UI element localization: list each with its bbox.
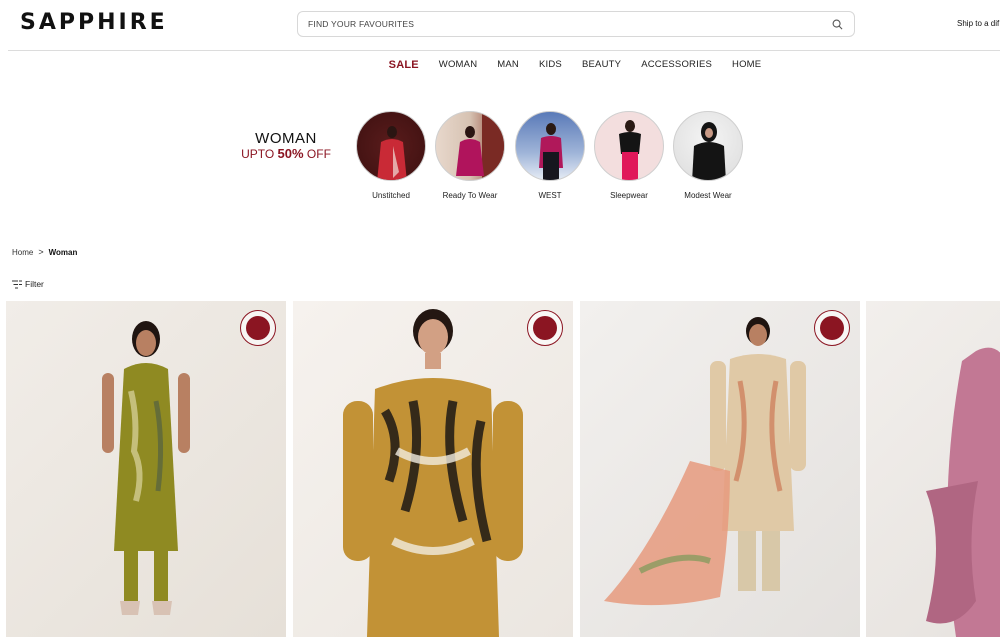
nav-item-woman[interactable]: WOMAN	[439, 58, 477, 72]
bestseller-badge	[814, 310, 850, 346]
badge-dot	[820, 316, 844, 340]
promo-discount: UPTO 50% OFF	[232, 146, 340, 162]
product-image[interactable]	[293, 301, 573, 637]
product-image[interactable]	[580, 301, 860, 637]
filter-button[interactable]: Filter	[12, 279, 44, 289]
category-image-unstitched[interactable]	[356, 111, 426, 181]
product-image[interactable]	[6, 301, 286, 637]
category-image-ready-to-wear[interactable]	[435, 111, 505, 181]
category-modest-wear[interactable]: Modest Wear	[673, 111, 743, 200]
product-card[interactable]	[866, 301, 1000, 637]
category-unstitched[interactable]: Unstitched	[356, 111, 426, 200]
promo-discount-prefix: UPTO	[241, 147, 278, 161]
badge-dot	[246, 316, 270, 340]
site-header: SAPPHIRE FIND YOUR FAVOURITES Ship to a …	[0, 0, 1000, 50]
bestseller-badge	[527, 310, 563, 346]
badge-dot	[533, 316, 557, 340]
search-icon[interactable]	[830, 17, 844, 31]
breadcrumb-current: Woman	[48, 247, 78, 257]
category-label: Ready To Wear	[442, 191, 498, 200]
filter-icon	[12, 280, 22, 289]
product-image[interactable]	[866, 301, 1000, 637]
breadcrumb-home[interactable]: Home	[12, 248, 33, 257]
category-image-west[interactable]	[515, 111, 585, 181]
category-label: Unstitched	[372, 191, 410, 200]
nav-item-beauty[interactable]: BEAUTY	[582, 58, 621, 72]
promo-discount-suffix: OFF	[303, 147, 331, 161]
promo-title: WOMAN	[255, 130, 317, 147]
ship-to-link[interactable]: Ship to a dif	[957, 19, 999, 28]
promo-heading: WOMAN UPTO 50% OFF	[232, 130, 340, 162]
search-input[interactable]: FIND YOUR FAVOURITES	[308, 19, 830, 29]
main-nav: SALE WOMAN MAN KIDS BEAUTY ACCESSORIES H…	[0, 58, 1000, 72]
nav-item-home[interactable]: HOME	[732, 58, 761, 72]
breadcrumb-separator: >	[38, 247, 44, 257]
filter-label: Filter	[25, 279, 44, 289]
category-sleepwear[interactable]: Sleepwear	[594, 111, 664, 200]
product-card[interactable]	[293, 301, 573, 637]
product-card[interactable]	[580, 301, 860, 637]
category-image-modest-wear[interactable]	[673, 111, 743, 181]
bestseller-badge	[240, 310, 276, 346]
category-image-sleepwear[interactable]	[594, 111, 664, 181]
category-label: WEST	[538, 191, 562, 200]
category-ready-to-wear[interactable]: Ready To Wear	[435, 111, 505, 200]
breadcrumb: Home > Woman	[12, 247, 77, 257]
nav-item-man[interactable]: MAN	[497, 58, 519, 72]
nav-item-accessories[interactable]: ACCESSORIES	[641, 58, 712, 72]
promo-discount-value: 50%	[277, 146, 304, 161]
nav-item-sale[interactable]: SALE	[389, 58, 419, 72]
brand-logo[interactable]: SAPPHIRE	[20, 10, 168, 35]
search-bar[interactable]: FIND YOUR FAVOURITES	[297, 11, 855, 37]
category-west[interactable]: WEST	[515, 111, 585, 200]
category-label: Sleepwear	[610, 191, 648, 200]
header-divider	[8, 50, 1000, 51]
product-card[interactable]	[6, 301, 286, 637]
category-label: Modest Wear	[684, 191, 732, 200]
nav-item-kids[interactable]: KIDS	[539, 58, 562, 72]
